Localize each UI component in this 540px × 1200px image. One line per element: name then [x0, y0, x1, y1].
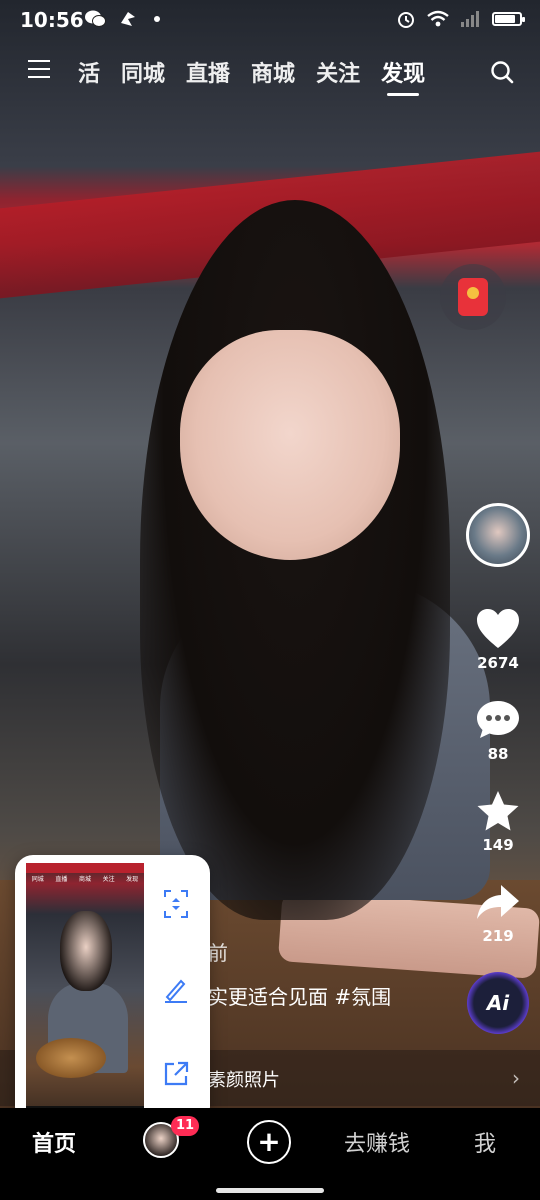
thumb-nav-item: 直播 — [55, 876, 68, 883]
edit-screenshot-button[interactable] — [159, 973, 193, 1007]
author-avatar[interactable] — [466, 503, 530, 567]
favorite-button[interactable]: 149 — [470, 788, 526, 854]
star-icon — [477, 791, 519, 831]
red-packet-button[interactable] — [440, 264, 506, 330]
share-arrow-icon — [477, 885, 519, 919]
app-notify-icon — [121, 12, 135, 26]
tab-zhibo[interactable]: 直播 — [186, 56, 230, 92]
menu-icon[interactable] — [28, 60, 50, 82]
tab-shangcheng[interactable]: 商城 — [251, 56, 295, 92]
notification-badge: 11 — [171, 1116, 200, 1136]
long-screenshot-icon — [164, 890, 188, 918]
thumb-food — [36, 1038, 106, 1078]
comment-icon — [477, 701, 519, 738]
comment-button[interactable]: 88 — [470, 697, 526, 763]
thumb-nav-item: 发现 — [126, 876, 139, 883]
tab-faxian[interactable]: 发现 — [381, 56, 425, 96]
home-indicator[interactable] — [216, 1188, 324, 1193]
status-left-icons — [84, 9, 164, 29]
chevron-right-icon: › — [512, 1066, 520, 1090]
thumb-nav: 同城 直播 商城 关注 发现 — [26, 874, 144, 883]
share-screenshot-button[interactable] — [159, 1057, 193, 1091]
nav-tabs: 活 同城 直播 商城 关注 发现 — [78, 56, 446, 96]
nav-home[interactable]: 首页 — [32, 1126, 76, 1158]
thumb-person-face — [60, 911, 112, 991]
red-packet-icon — [458, 278, 488, 316]
screenshot-actions — [155, 855, 205, 1125]
long-screenshot-button[interactable] — [159, 887, 193, 921]
alarm-icon — [398, 12, 414, 28]
signal-icon — [461, 11, 479, 27]
external-share-icon — [164, 1061, 189, 1086]
like-count: 2674 — [477, 654, 519, 672]
favorite-count: 149 — [482, 836, 514, 854]
share-count: 219 — [482, 927, 514, 945]
thumb-nav-item: 关注 — [102, 876, 115, 883]
ai-assistant-button[interactable]: Ai — [467, 972, 529, 1034]
plus-icon: + — [257, 1125, 281, 1158]
share-button[interactable]: 219 — [470, 879, 526, 945]
nav-me[interactable]: 我 — [474, 1126, 496, 1158]
tab-guanzhu[interactable]: 关注 — [316, 56, 360, 92]
top-nav: 活 同城 直播 商城 关注 发现 — [0, 52, 540, 96]
status-right-icons — [396, 9, 525, 29]
pencil-icon — [165, 979, 187, 1003]
person-hair — [140, 200, 450, 920]
tab-huo[interactable]: 活 — [78, 56, 100, 92]
ai-label: Ai — [486, 991, 510, 1015]
caption-author[interactable]: 前 — [208, 937, 228, 966]
like-button[interactable]: 2674 — [470, 606, 526, 672]
wifi-icon — [427, 10, 449, 27]
heart-icon — [477, 609, 519, 648]
tab-tongcheng[interactable]: 同城 — [121, 56, 165, 92]
search-icon[interactable] — [490, 60, 514, 84]
battery-icon — [492, 12, 525, 26]
related-search-text: 素颜照片 — [208, 1070, 280, 1091]
battery-level — [495, 15, 516, 23]
thumb-status-bar — [26, 863, 144, 873]
screenshot-thumbnail[interactable]: 同城 直播 商城 关注 发现 首页 朋友 + 消息 我 — [26, 863, 144, 1118]
person-face — [180, 330, 400, 560]
caption-text[interactable]: 实更适合见面 #氛围 — [208, 981, 391, 1010]
comment-count: 88 — [487, 745, 509, 763]
wechat-icon — [85, 10, 106, 27]
dot-icon — [154, 16, 160, 22]
create-post-button[interactable]: + — [247, 1120, 291, 1164]
screenshot-preview-popup[interactable]: 同城 直播 商城 关注 发现 首页 朋友 + 消息 我 — [15, 855, 210, 1125]
bottom-nav: 首页 11 + 去赚钱 我 — [0, 1108, 540, 1200]
nav-earn[interactable]: 去赚钱 — [344, 1126, 410, 1158]
thumb-nav-item: 商城 — [78, 876, 91, 883]
status-time: 10:56 — [20, 8, 84, 32]
status-bar: 10:56 — [0, 0, 540, 40]
thumb-nav-item: 同城 — [31, 876, 44, 883]
